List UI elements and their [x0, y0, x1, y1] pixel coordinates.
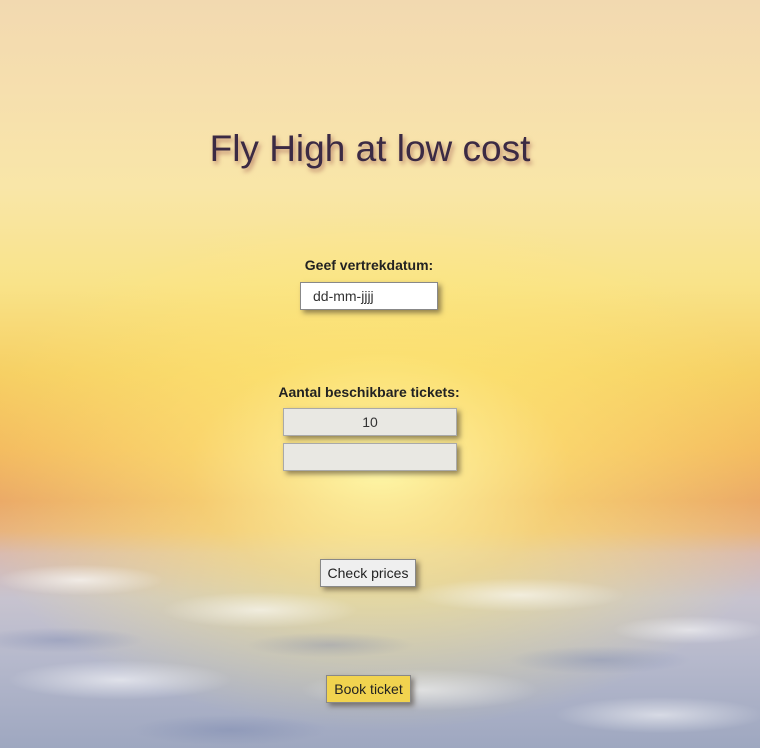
page-title: Fly High at low cost: [209, 128, 531, 169]
date-placeholder: dd-mm-jjjj: [313, 288, 374, 304]
book-ticket-button[interactable]: Book ticket: [326, 675, 411, 703]
check-prices-button[interactable]: Check prices: [320, 559, 416, 587]
departure-date-label: Geef vertrekdatum:: [304, 257, 434, 273]
tickets-output-field: [283, 443, 457, 471]
departure-date-input[interactable]: dd-mm-jjjj: [300, 282, 438, 310]
tickets-available-field: 10: [283, 408, 457, 436]
tickets-available-label: Aantal beschikbare tickets:: [278, 384, 460, 400]
